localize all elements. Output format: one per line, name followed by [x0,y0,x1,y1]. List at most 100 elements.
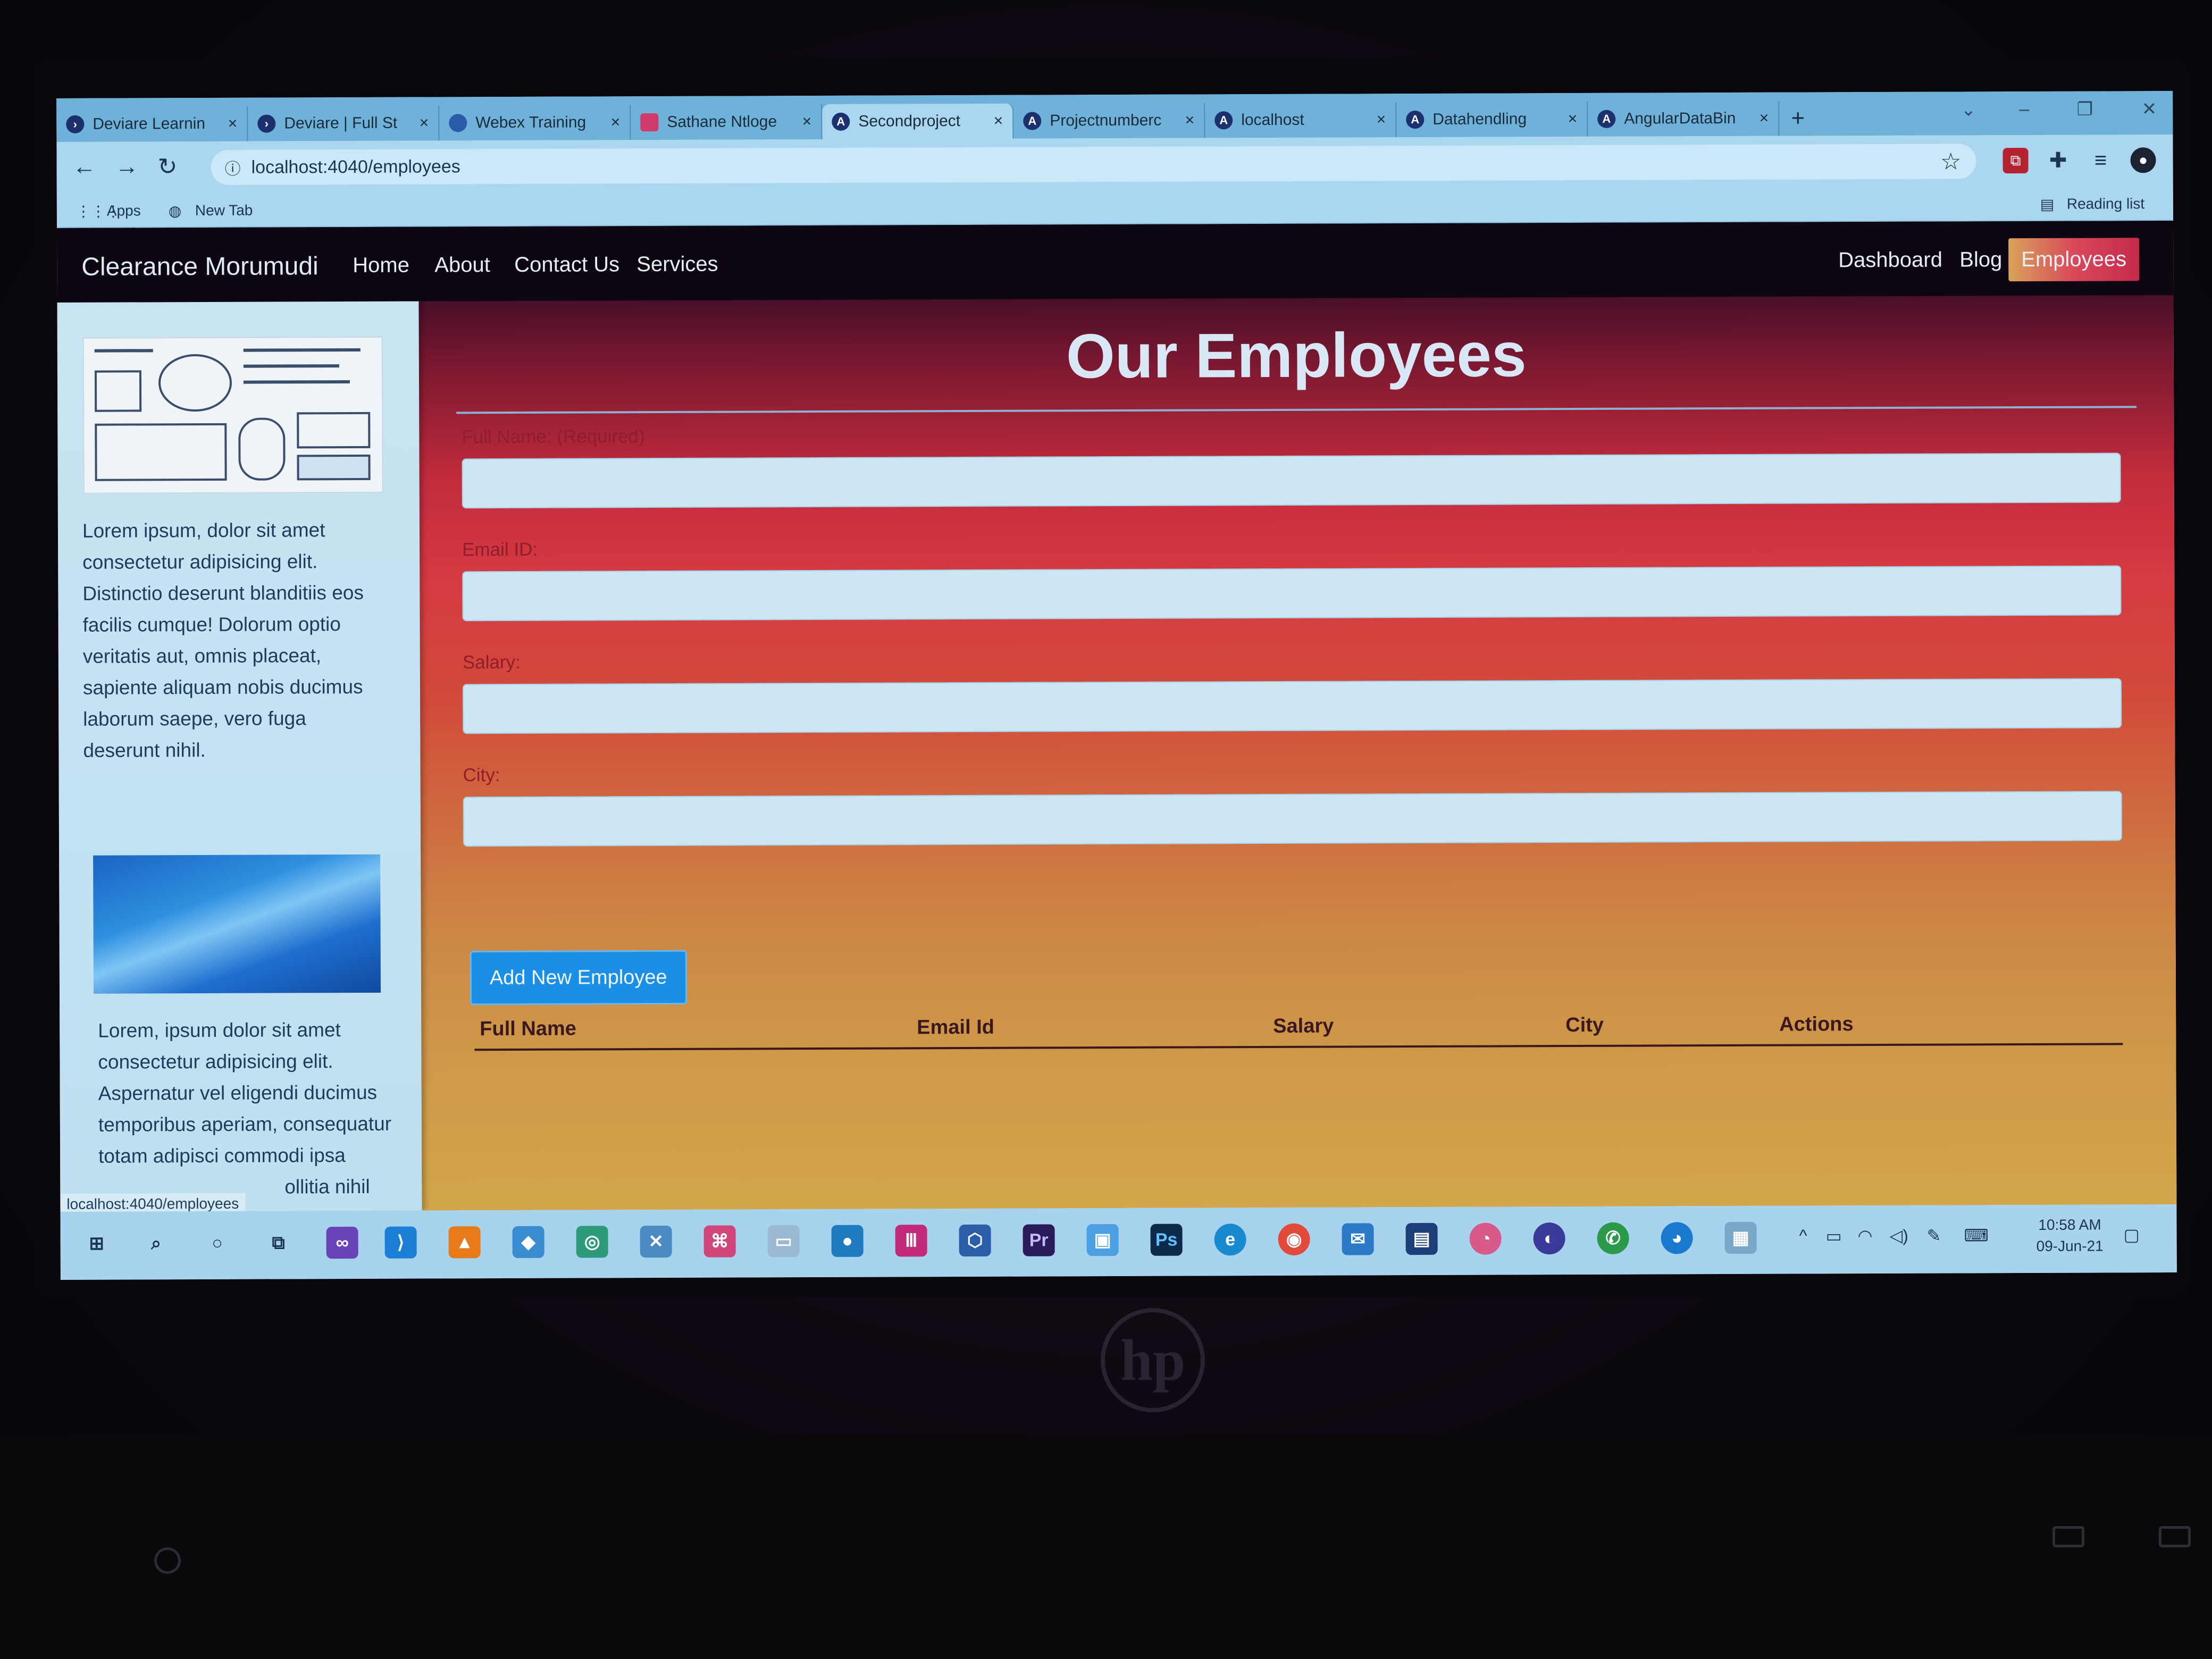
info-icon[interactable]: ⓘ [225,156,241,179]
reading-list-toolbar-icon[interactable]: ≡ [2088,147,2113,173]
close-icon[interactable]: × [994,112,1003,130]
app-icon[interactable]: ● [831,1225,864,1257]
close-icon[interactable]: × [228,115,238,133]
edge-icon[interactable]: e [1214,1224,1246,1256]
nav-about[interactable]: About [434,253,490,277]
app-icon[interactable]: ◕ [1661,1222,1693,1254]
browser-tab[interactable]: › Deviare Learnin × [56,106,248,142]
extensions-icon[interactable]: ✚ [2045,148,2071,173]
full-name-input[interactable] [462,453,2121,509]
close-icon[interactable]: × [420,114,429,132]
browser-tab[interactable]: A Datahendling × [1396,101,1588,138]
brand-name[interactable]: Clearance Morumudi [81,252,319,282]
table-header-city: City [1565,1013,1604,1037]
vlc-icon[interactable]: ▲ [448,1226,481,1259]
app-icon[interactable]: ⌘ [703,1225,736,1258]
email-input[interactable] [462,565,2122,622]
close-icon[interactable]: × [802,113,812,131]
window-close-icon[interactable]: ✕ [2142,98,2157,120]
browser-tab[interactable]: A Projectnumberc × [1013,103,1205,139]
nav-contact-us[interactable]: Contact Us [514,253,619,277]
browser-tab[interactable]: › Deviare | Full St × [248,105,440,141]
address-bar[interactable]: ⓘ localhost:4040/employees ☆ [211,144,1976,185]
table-header-salary: Salary [1273,1015,1334,1037]
text-line: temporibus aperiam, consequatur [98,1112,392,1136]
text-line: Lorem, ipsum dolor sit amet [98,1019,341,1042]
visual-studio-icon[interactable]: ∞ [326,1226,358,1259]
add-new-employee-button[interactable]: Add New Employee [470,950,687,1006]
nav-blog[interactable]: Blog [1959,248,2002,272]
back-icon[interactable]: ← [72,154,96,180]
close-icon[interactable]: × [1377,111,1386,129]
email-label: Email ID: [462,539,538,560]
browser-tab[interactable]: Sathane Ntloge × [631,104,823,140]
main-content: Our Employees Full Name: (Required) Emai… [440,295,2155,1210]
angular-icon: A [832,112,850,131]
battery-icon[interactable]: ▭ [1826,1226,1842,1246]
browser-tab[interactable]: Webex Training × [439,105,631,141]
app-icon[interactable]: ◔ [1469,1222,1502,1255]
salary-input[interactable] [462,678,2122,734]
bookmark-star-icon[interactable]: ☆ [1940,148,1962,175]
cortana-icon[interactable]: ○ [202,1227,233,1259]
store-icon[interactable]: ▤ [1405,1222,1438,1255]
bookmark-new-tab[interactable]: New Tab [195,202,253,219]
address-toolbar: ← → ↻ ⓘ localhost:4040/employees ☆ ⧉ ✚ ≡… [56,135,2177,195]
city-input[interactable] [463,791,2123,847]
forward-icon[interactable]: → [115,153,138,180]
laptop-base [0,1436,2212,1659]
reading-list-button[interactable]: Reading list [2067,195,2144,213]
browser-tab-active[interactable]: A Secondproject × [822,103,1014,139]
nav-services[interactable]: Services [636,253,718,277]
nav-dashboard[interactable]: Dashboard [1838,248,1942,273]
text-line: Aspernatur vel eligendi ducimus [98,1081,378,1104]
nav-employees[interactable]: Employees [2008,238,2140,282]
app-icon[interactable]: ◆ [512,1226,544,1258]
close-icon[interactable]: × [1759,110,1769,128]
app-icon[interactable]: ✕ [640,1225,672,1258]
chrome-icon[interactable]: ◉ [1278,1223,1310,1255]
task-view-icon[interactable]: ⧉ [263,1227,295,1259]
file-icon[interactable]: ▭ [767,1225,800,1258]
pen-icon[interactable]: ✎ [1927,1226,1941,1246]
new-tab-button[interactable]: + [1779,100,1816,136]
tab-label: Deviare Learnin [93,114,206,133]
nav-home[interactable]: Home [353,254,409,278]
app-icon[interactable]: ⬡ [959,1224,991,1257]
app-icon[interactable]: ▦ [1724,1221,1757,1254]
screen: › Deviare Learnin × › Deviare | Full St × We… [56,91,2177,1280]
profile-avatar[interactable]: ● [2130,147,2156,173]
browser-tab[interactable]: Alocalhost × [1205,102,1397,138]
mail-icon[interactable]: ✉ [1342,1223,1374,1255]
text-line: sapiente aliquam nobis ducimus [82,675,363,699]
vscode-icon[interactable]: ⟩ [384,1226,417,1259]
text-line: veritatis aut, omnis placeat, [82,644,322,667]
maximize-icon[interactable]: ❐ [2077,99,2093,120]
close-icon[interactable]: × [1568,110,1578,128]
clock[interactable]: 10:58 AM 09-Jun-21 [2036,1214,2104,1257]
app-icon[interactable]: ◐ [1533,1222,1565,1255]
search-icon[interactable]: ⌕ [140,1227,172,1259]
app-icon[interactable]: Ⅲ [895,1225,927,1257]
power-led-icon [154,1547,181,1574]
reload-icon[interactable]: ↻ [157,153,177,180]
keyboard-icon[interactable]: ⌨ [1964,1225,1989,1245]
tab-search-icon[interactable]: ⌄ [1961,99,1976,120]
city-label: City: [463,765,500,786]
minimize-icon[interactable]: – [2019,99,2029,120]
volume-icon[interactable]: ◁) [1890,1226,1908,1246]
premiere-icon[interactable]: Pr [1023,1224,1055,1256]
bookmark-apps[interactable]: Apps [107,202,141,219]
notification-icon[interactable]: ▢ [2124,1225,2140,1245]
whatsapp-icon[interactable]: ✆ [1597,1222,1629,1254]
tray-chevron-icon[interactable]: ^ [1799,1226,1807,1245]
app-icon[interactable]: ◎ [576,1226,608,1258]
close-icon[interactable]: × [1185,111,1195,129]
wifi-icon[interactable]: ◠ [1858,1226,1873,1246]
pdf-extension-icon[interactable]: ⧉ [2002,148,2029,174]
photoshop-icon[interactable]: Ps [1150,1224,1183,1256]
app-icon[interactable]: ▣ [1086,1224,1119,1256]
browser-tab[interactable]: A AngularDataBin × [1588,100,1780,137]
start-icon[interactable]: ⊞ [81,1228,113,1260]
close-icon[interactable]: × [611,113,621,131]
